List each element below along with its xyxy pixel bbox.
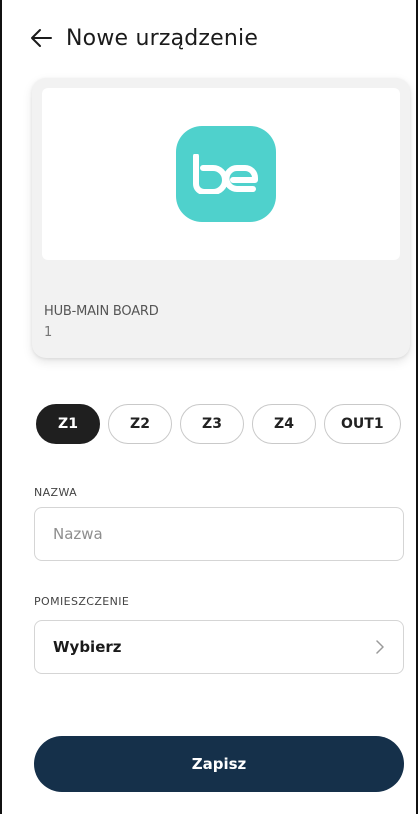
chip-z1[interactable]: Z1 [36,404,100,444]
chip-z2[interactable]: Z2 [108,404,172,444]
be-logo-icon [176,126,276,222]
chip-z3[interactable]: Z3 [180,404,244,444]
device-number: 1 [44,325,53,340]
device-name: HUB-MAIN BOARD [44,304,159,319]
zone-chips: Z1 Z2 Z3 Z4 OUT1 [36,404,416,444]
name-field[interactable] [34,507,404,561]
back-arrow-icon[interactable] [30,28,52,48]
chevron-right-icon [376,640,384,654]
room-select[interactable]: Wybierz [34,620,404,674]
device-image [42,88,400,260]
room-select-value: Wybierz [53,638,122,656]
name-input[interactable] [53,525,385,543]
room-label: POMIESZCZENIE [34,595,130,608]
save-button[interactable]: Zapisz [34,736,404,792]
name-label: NAZWA [34,486,78,499]
page-title: Nowe urządzenie [66,25,259,51]
chip-z4[interactable]: Z4 [252,404,316,444]
device-card: HUB-MAIN BOARD 1 [32,78,410,358]
app-screen: Nowe urządzenie HUB-MAIN BOARD 1 Z1 Z2 Z… [0,0,418,814]
chip-out1[interactable]: OUT1 [324,404,401,444]
header: Nowe urządzenie [30,20,258,56]
